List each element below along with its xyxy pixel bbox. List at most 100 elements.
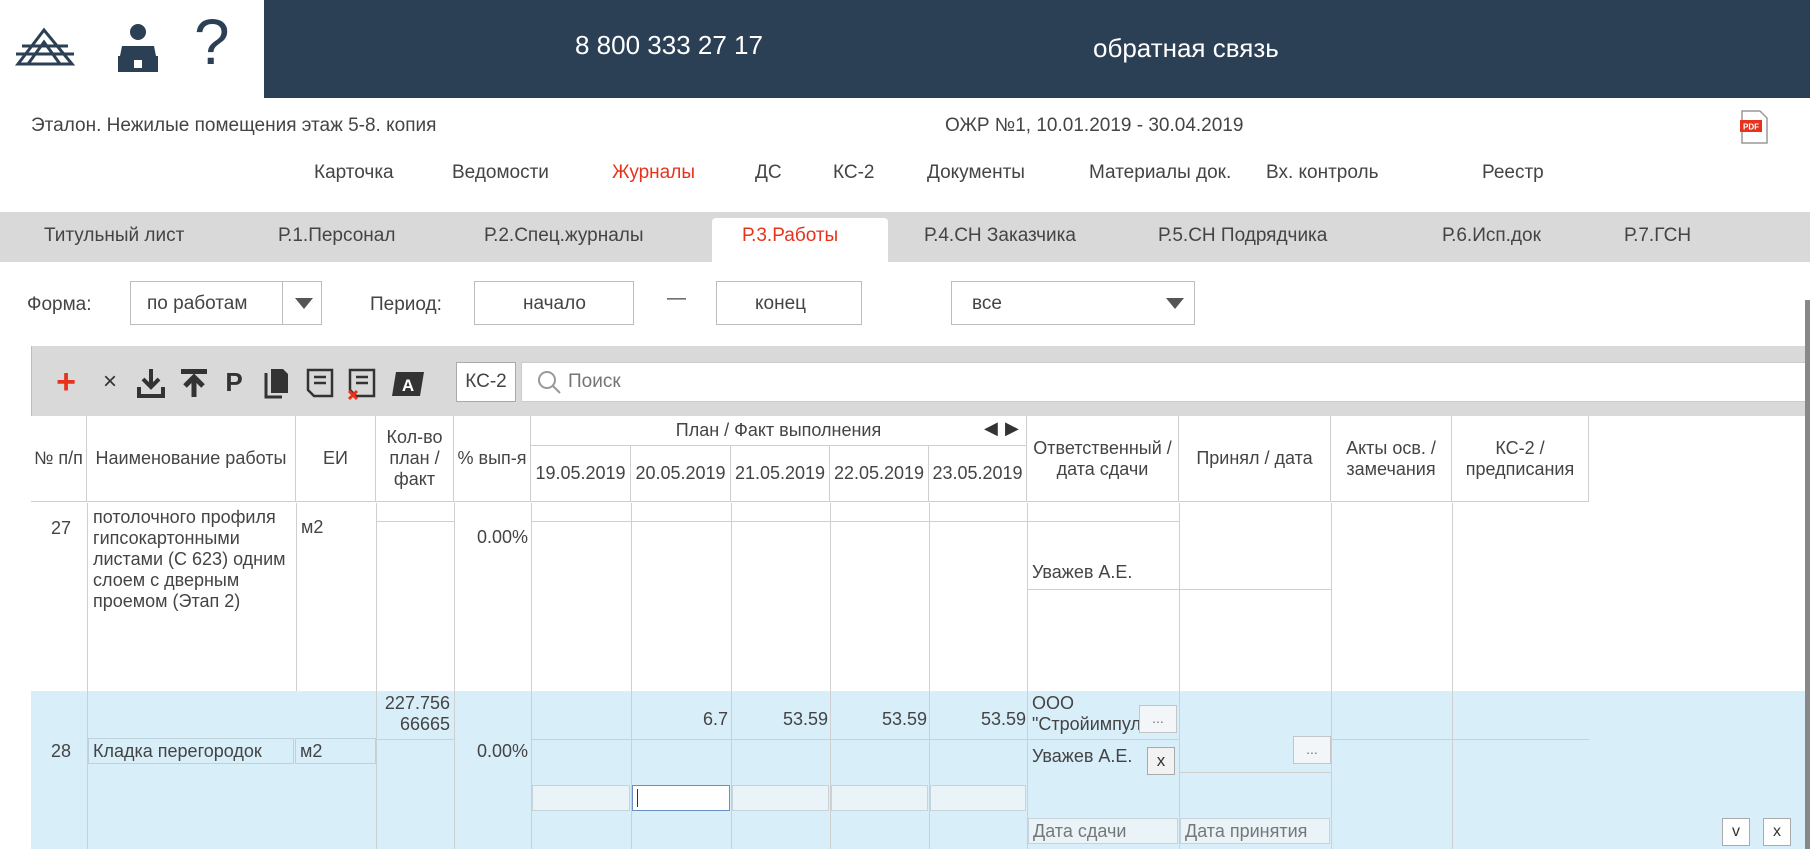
work-percent: 0.00% [476,527,528,547]
help-icon[interactable]: ? [194,10,230,74]
col-header-name[interactable]: Наименование работы [87,416,296,502]
search-input[interactable] [568,367,1168,397]
cancel-button[interactable]: x [1763,818,1791,846]
work-unit-input[interactable]: м2 [295,738,376,764]
fact-input-date-5[interactable] [930,785,1026,811]
fact-input-date-4[interactable] [831,785,928,811]
accepted-picker-button[interactable]: ... [1293,736,1331,764]
user-manual-icon[interactable] [116,22,160,74]
chevron-down-icon[interactable] [282,282,322,324]
scope-select[interactable]: все [951,281,1195,325]
col-header-date-4[interactable]: 22.05.2019 [830,446,929,502]
tab-works-active[interactable]: Р.3.Работы [712,218,888,262]
period-end-placeholder: конец [755,293,807,314]
copy-icon[interactable] [264,367,290,399]
main-nav: Карточка Ведомости Журналы ДС КС-2 Докум… [0,162,1810,192]
col-header-date-1[interactable]: 19.05.2019 [531,446,631,502]
table-row[interactable]: 27 потолочного профиля гипсокартонными л… [31,503,1810,691]
work-unit: м2 [301,517,324,537]
plan-value-date-5: 53.59 [980,709,1026,729]
scroll-left-icon[interactable]: ◀ [984,418,998,439]
pdf-icon[interactable]: PDF [1740,110,1768,144]
nav-registry[interactable]: Реестр [1482,162,1544,184]
plan-fact-label: План / Факт выполнения [675,420,882,440]
nav-ks2[interactable]: КС-2 [833,162,874,184]
col-header-qty[interactable]: Кол-во план / факт [376,416,454,502]
chevron-down-icon[interactable] [1154,282,1194,324]
plan-value-date-2: 6.7 [702,709,728,729]
period-dash: — [667,288,686,309]
nav-journals[interactable]: Журналы [612,162,695,184]
project-title: Эталон. Нежилые помещения этаж 5-8. копи… [31,115,437,136]
svg-text:A: A [402,376,414,395]
tab-exec-docs[interactable]: Р.6.Исп.док [1442,225,1541,247]
add-icon[interactable]: + [52,364,80,400]
tab-title-page[interactable]: Титульный лист [44,225,184,247]
responsible-person: Уважев А.Е. [1032,562,1133,582]
tab-contractor[interactable]: Р.5.СН Подрядчика [1158,225,1327,247]
upload-icon[interactable] [179,367,209,399]
nav-documents[interactable]: Документы [927,162,1025,184]
period-end-input[interactable]: конец [716,281,862,325]
nav-ds[interactable]: ДС [755,162,782,184]
col-header-unit[interactable]: ЕИ [296,416,376,502]
table-row-selected[interactable]: 28 Кладка перегородок м2 227.75666665 0.… [31,691,1810,849]
clear-responsible-button[interactable]: x [1147,747,1175,775]
col-header-acts[interactable]: Акты осв. / замечания [1331,416,1452,502]
top-bar-contact: 8 800 333 27 17 обратная связь [264,0,1810,98]
col-header-date-2[interactable]: 20.05.2019 [631,446,731,502]
p-icon[interactable]: Р [222,364,246,400]
row-num: 27 [51,518,72,538]
text-format-icon[interactable]: A [392,372,424,396]
works-table: № п/п Наименование работы ЕИ Кол-во план… [31,416,1810,849]
responsible-person: Уважев А.Е. [1032,746,1133,766]
work-name-input[interactable]: Кладка перегородок [88,738,294,764]
ks2-button[interactable]: КС-2 [456,362,516,402]
responsible-org: ООО "Стройимпульс" [1032,693,1166,734]
accept-date-input[interactable]: Дата принятия [1180,818,1330,844]
col-header-plan-fact: План / Факт выполнения [531,416,1027,446]
download-icon[interactable] [136,367,166,399]
col-header-date-3[interactable]: 21.05.2019 [731,446,830,502]
fact-input-date-1[interactable] [532,785,630,811]
period-start-input[interactable]: начало [474,281,634,325]
note-icon[interactable] [304,367,336,399]
col-header-date-5[interactable]: 23.05.2019 [929,446,1027,502]
note-delete-icon[interactable] [346,367,380,401]
form-select[interactable]: по работам [130,281,322,325]
vertical-scrollbar[interactable] [1805,300,1810,849]
scope-select-value: все [972,293,1002,314]
form-label: Форма: [27,294,92,315]
delete-icon[interactable]: × [98,364,122,400]
nav-statements[interactable]: Ведомости [452,162,549,184]
fact-input-date-2[interactable] [632,785,730,811]
tab-personnel[interactable]: Р.1.Персонал [278,225,395,247]
responsible-org-picker-button[interactable]: ... [1139,705,1177,733]
nav-materials[interactable]: Материалы док. [1089,162,1231,184]
tab-gsn[interactable]: Р.7.ГСН [1624,225,1691,247]
search-bar [521,362,1810,402]
col-header-responsible[interactable]: Ответственный / дата сдачи [1027,416,1179,502]
col-header-num[interactable]: № п/п [31,416,87,502]
confirm-button[interactable]: v [1722,818,1750,846]
fact-input-date-3[interactable] [732,785,829,811]
nav-card[interactable]: Карточка [314,162,394,184]
tab-special-journals[interactable]: Р.2.Спец.журналы [484,225,644,247]
filters-row: Форма: по работам Период: начало — конец… [0,276,1810,326]
col-header-pct[interactable]: % вып-я [454,416,531,502]
work-name: потолочного профиля гипсокартонными лист… [93,507,286,611]
col-header-accepted[interactable]: Принял / дата [1179,416,1331,502]
col-header-ks2[interactable]: КС-2 / предписания [1452,416,1589,502]
scroll-right-icon[interactable]: ▶ [1005,418,1019,439]
tab-customer[interactable]: Р.4.СН Заказчика [924,225,1076,247]
submit-date-input[interactable]: Дата сдачи [1028,818,1178,844]
top-bar: ? 8 800 333 27 17 обратная связь [0,0,1810,98]
form-select-value: по работам [147,293,248,314]
logo-icon[interactable] [14,24,76,70]
feedback-link[interactable]: обратная связь [1093,33,1279,64]
phone-number[interactable]: 8 800 333 27 17 [575,30,763,61]
sub-tabs: Титульный лист Р.1.Персонал Р.2.Спец.жур… [0,212,1810,262]
nav-incoming-control[interactable]: Вх. контроль [1266,162,1379,184]
work-qty: 227.75666665 [384,693,450,734]
svg-text:PDF: PDF [1743,123,1759,132]
